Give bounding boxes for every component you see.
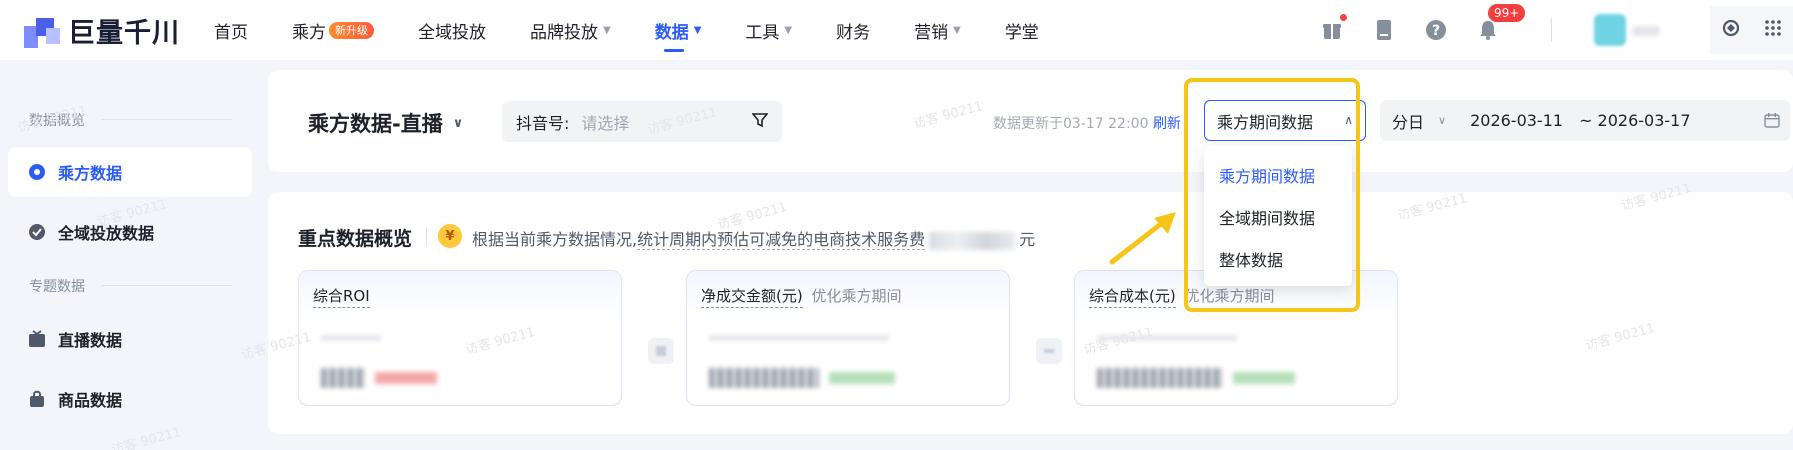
bell-icon[interactable]: 99+	[1476, 4, 1526, 42]
top-icon-group: ? 99+	[1320, 0, 1528, 60]
nav-item-finance[interactable]: 财务	[836, 0, 870, 60]
divider	[1551, 18, 1552, 42]
nav-item-marketing[interactable]: 营销 ▼	[914, 0, 961, 60]
metric-card-net-gmv[interactable]: 净成交金额(元) 优化乘方期间	[686, 270, 1010, 406]
chevron-down-icon: ∨	[1438, 114, 1447, 127]
annotation-highlight-box	[1184, 78, 1360, 312]
account-label: 抖音号:	[516, 113, 570, 133]
key-data-overview-card: 重点数据概览 ¥ 根据当前乘方数据情况,统计周期内预估可减免的电商技术服务费元 …	[268, 192, 1793, 434]
metric-label: 综合成本(元)	[1089, 287, 1176, 308]
gift-icon[interactable]	[1320, 14, 1347, 42]
metric-label: 净成交金额(元)	[701, 287, 803, 308]
overview-title: 重点数据概览	[298, 228, 413, 250]
chevron-down-icon: ▼	[953, 24, 961, 36]
metric-value-blurred	[321, 367, 437, 389]
calendar-icon[interactable]	[1764, 112, 1780, 132]
granularity-select[interactable]: 分日	[1392, 109, 1424, 133]
fee-reduction-label: 统计周期内预估可减免的电商技术服务费	[637, 230, 926, 250]
nav-item-chengfang[interactable]: 乘方 新升级	[292, 0, 374, 60]
svg-text:?: ?	[1432, 23, 1440, 39]
tv-icon	[28, 330, 46, 348]
divider	[102, 285, 232, 286]
sidebar-item-quanyu-data[interactable]: 全域投放数据	[8, 207, 252, 257]
overview-description: 根据当前乘方数据情况,统计周期内预估可减免的电商技术服务费元	[472, 230, 1036, 250]
help-icon[interactable]: ?	[1424, 18, 1448, 42]
page-title-selector[interactable]: 乘方数据-直播 ∨	[308, 108, 463, 138]
unread-dot	[1340, 14, 1347, 21]
sidebar-item-live-data[interactable]: 直播数据	[8, 314, 252, 364]
new-upgrade-badge: 新升级	[329, 21, 374, 39]
refresh-link[interactable]: 刷新	[1153, 116, 1181, 132]
chevron-down-icon: ▼	[693, 24, 702, 36]
chevron-down-icon: ∨	[452, 115, 464, 131]
nav-item-home[interactable]: 首页	[214, 0, 248, 60]
sidebar: 数据概览 乘方数据 全域投放数据 专题数据 直播数据 商品数据	[0, 60, 266, 450]
metric-value-blurred	[709, 367, 895, 389]
notification-count-badge: 99+	[1488, 4, 1526, 22]
nav-item-tools[interactable]: 工具 ▼	[745, 0, 792, 60]
nav-item-quanyu[interactable]: 全域投放	[418, 0, 486, 60]
operator-icon	[1036, 338, 1062, 364]
avatar[interactable]	[1594, 14, 1626, 46]
account-name-blurred	[1632, 26, 1660, 36]
page-title: 乘方数据-直播	[308, 112, 443, 136]
date-end[interactable]: ~ 2026-03-17	[1579, 111, 1690, 130]
logo-mark-icon	[24, 12, 60, 48]
nav-item-data[interactable]: 数据 ▼	[655, 0, 702, 60]
account-placeholder: 请选择	[581, 113, 630, 133]
update-status: 数据更新于03-17 22:00 刷新	[993, 116, 1181, 132]
sidebar-section-topics: 专题数据	[29, 279, 85, 295]
gear-badge-icon	[28, 163, 46, 181]
divider	[102, 119, 232, 120]
top-navigation-bar: 巨量千川 首页 乘方 新升级 全域投放 品牌投放 ▼ 数据 ▼ 工具 ▼ 财务 营销 ▼ …	[0, 0, 1793, 60]
sidebar-item-product-data[interactable]: 商品数据	[8, 374, 252, 424]
metric-card-roi[interactable]: 综合ROI	[298, 270, 622, 406]
main-nav: 首页 乘方 新升级 全域投放 品牌投放 ▼ 数据 ▼ 工具 ▼ 财务 营销 ▼ 学堂	[214, 0, 1083, 60]
annotation-arrow-icon	[1109, 212, 1176, 265]
app-grid-icon[interactable]	[1764, 19, 1782, 41]
blurred-amount	[929, 231, 1016, 250]
brand-logo[interactable]: 巨量千川	[24, 12, 180, 49]
right-tools	[1710, 6, 1793, 54]
filter-icon[interactable]	[751, 112, 769, 132]
metric-label: 综合ROI	[313, 287, 370, 308]
nav-item-brand-ads[interactable]: 品牌投放 ▼	[530, 0, 611, 60]
nav-item-academy[interactable]: 学堂	[1005, 0, 1039, 60]
metric-value-blurred	[1097, 367, 1295, 389]
metric-sub: 优化乘方期间	[811, 287, 902, 305]
date-start[interactable]: 2026-03-11	[1470, 111, 1563, 130]
check-circle-icon	[28, 223, 46, 241]
chevron-down-icon: ▼	[784, 24, 793, 36]
sidebar-section-overview: 数据概览	[29, 113, 85, 129]
account-select[interactable]: 抖音号: 请选择	[502, 101, 782, 142]
bag-icon	[28, 390, 46, 408]
coin-icon: ¥	[438, 224, 462, 248]
divider	[426, 228, 427, 246]
sidebar-item-chengfang-data[interactable]: 乘方数据	[8, 147, 252, 197]
document-icon[interactable]	[1372, 18, 1396, 42]
filter-header-card: 乘方数据-直播 ∨ 抖音号: 请选择 数据更新于03-17 22:00 刷新 乘…	[268, 70, 1793, 172]
chevron-down-icon: ▼	[603, 24, 611, 36]
brand-name: 巨量千川	[68, 17, 180, 49]
date-range-picker[interactable]: 分日 ∨ 2026-03-11 ~ 2026-03-17	[1380, 100, 1790, 141]
api-icon[interactable]	[1721, 18, 1741, 42]
operator-icon	[648, 338, 674, 364]
